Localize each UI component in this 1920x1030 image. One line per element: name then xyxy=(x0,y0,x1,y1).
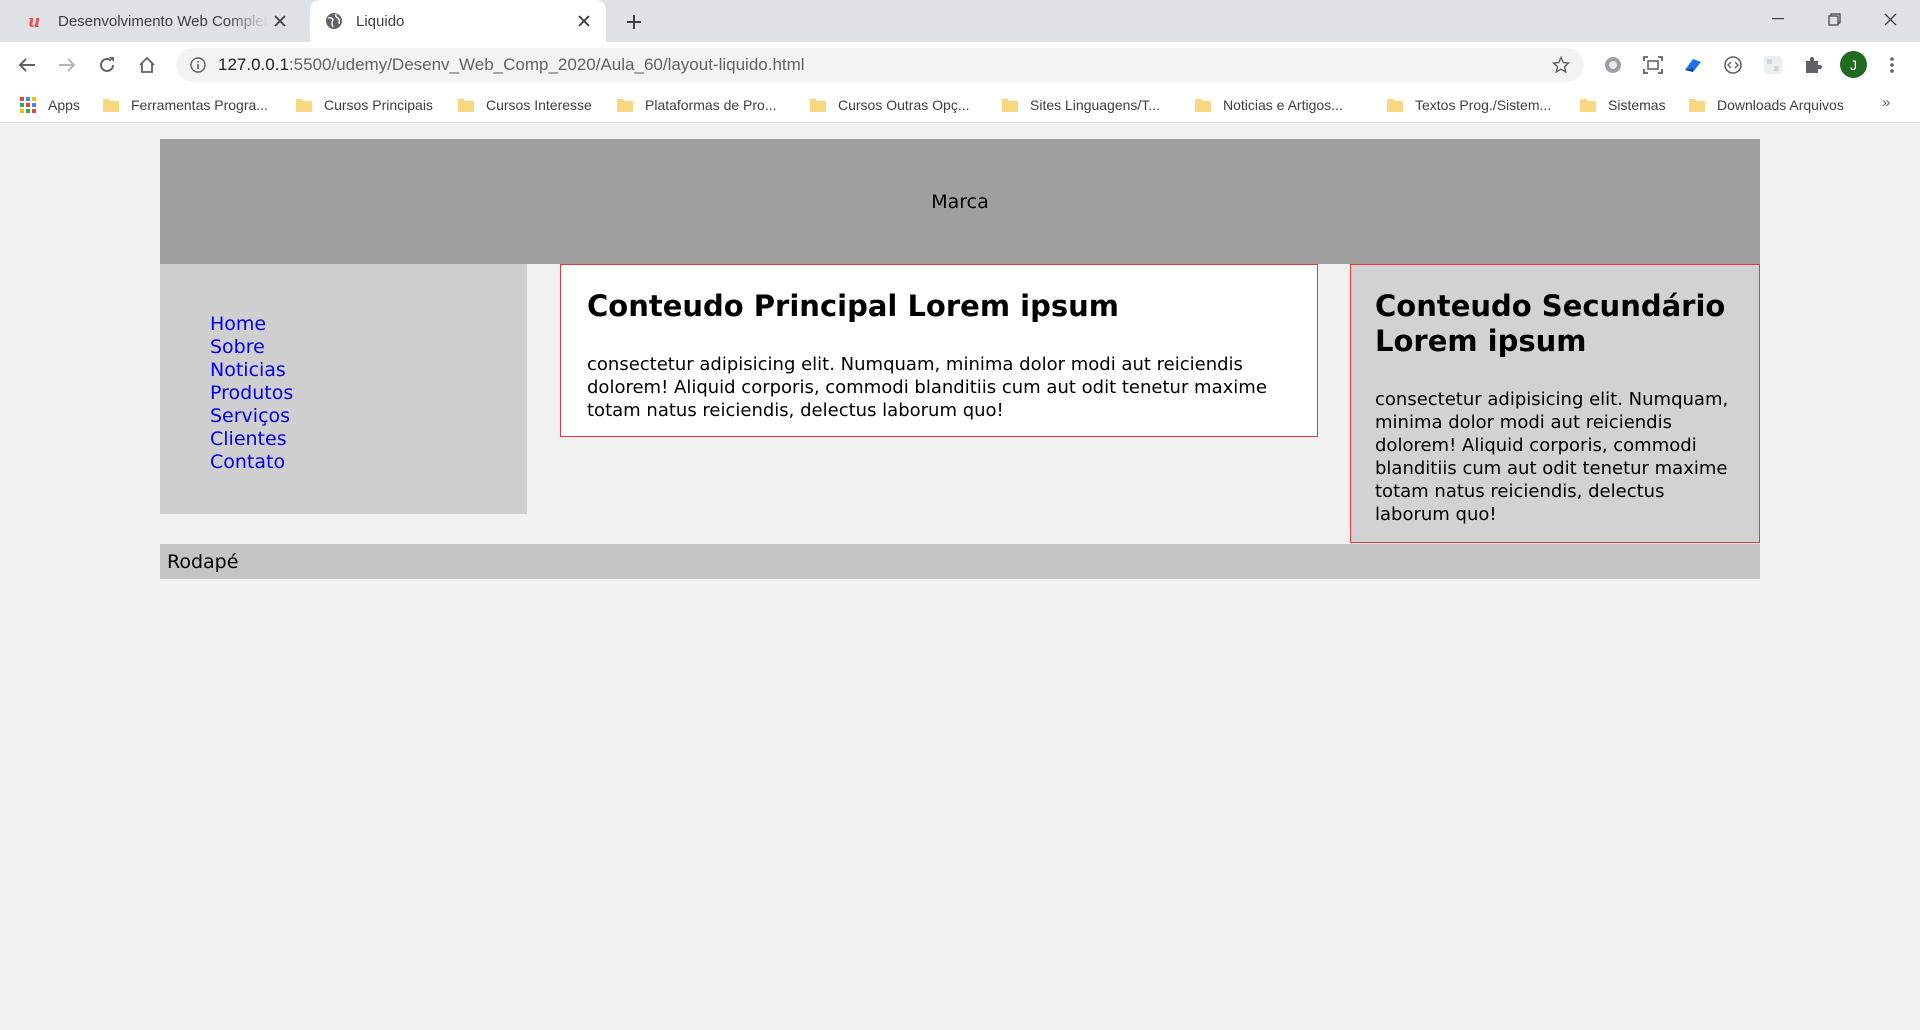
page-container: Marca Home Sobre Noticias Produtos Servi… xyxy=(160,139,1760,579)
bookmark-folder[interactable]: Cursos Interesse xyxy=(458,88,592,122)
main-content-title: Conteudo Principal Lorem ipsum xyxy=(587,289,1119,323)
profile-avatar[interactable]: J xyxy=(1840,51,1867,78)
folder-icon xyxy=(103,99,119,112)
bookmark-folder[interactable]: Textos Prog./Sistem... xyxy=(1387,88,1551,122)
url-text: 127.0.0.1:5500/udemy/Desenv_Web_Comp_202… xyxy=(218,55,1548,75)
folder-icon xyxy=(1580,99,1596,112)
close-tab-icon[interactable] xyxy=(268,9,292,33)
url-path: :5500/udemy/Desenv_Web_Comp_2020/Aula_60… xyxy=(288,55,805,74)
bookmark-folder[interactable]: Sites Linguagens/T... xyxy=(1002,88,1160,122)
bookmark-folder[interactable]: Cursos Outras Opç... xyxy=(810,88,969,122)
main-content-text: consectetur adipisicing elit. Numquam, m… xyxy=(587,354,1267,421)
bookmark-folder[interactable]: Noticias e Artigos... xyxy=(1195,88,1343,122)
folder-icon xyxy=(1002,99,1018,112)
bookmark-label: Plataformas de Pro... xyxy=(645,97,777,113)
minimize-icon[interactable] xyxy=(1750,0,1806,38)
secondary-content-title: Conteudo Secundário Lorem ipsum xyxy=(1375,289,1726,358)
nav-link-home[interactable]: Home xyxy=(210,313,266,335)
brand-text: Marca xyxy=(931,190,989,213)
nav-link-noticias[interactable]: Noticias xyxy=(210,359,286,381)
url-host: 127.0.0.1 xyxy=(218,55,289,74)
bookmark-folder[interactable]: Plataformas de Pro... xyxy=(617,88,777,122)
nav-link-servicos[interactable]: Serviços xyxy=(210,405,290,427)
close-tab-icon[interactable] xyxy=(572,9,596,33)
tab-udemy[interactable]: u Desenvolvimento Web Completo xyxy=(12,0,302,42)
page-footer: Rodapé xyxy=(160,544,1760,579)
nav-link-sobre[interactable]: Sobre xyxy=(210,336,265,358)
folder-icon xyxy=(458,99,474,112)
forward-arrow-icon[interactable] xyxy=(51,49,83,81)
bookmark-star-icon[interactable] xyxy=(1548,52,1574,78)
tab-strip: u Desenvolvimento Web Completo Liquido xyxy=(0,0,1920,42)
bookmark-label: Apps xyxy=(48,97,80,113)
back-arrow-icon[interactable] xyxy=(11,49,43,81)
new-tab-plus-icon[interactable] xyxy=(620,8,648,36)
reload-icon[interactable] xyxy=(91,49,123,81)
bookmark-label: Sistemas xyxy=(1608,97,1666,113)
bookmark-apps[interactable]: Apps xyxy=(20,88,80,122)
tab-title: Liquido xyxy=(356,12,405,30)
extension-settings-icon[interactable] xyxy=(1600,52,1626,78)
bookmark-label: Cursos Outras Opç... xyxy=(838,97,970,113)
sidebar-nav: Home Sobre Noticias Produtos Serviços Cl… xyxy=(160,264,527,514)
extensions-puzzle-icon[interactable] xyxy=(1800,52,1826,78)
bookmark-folder[interactable]: Downloads Arquivos xyxy=(1689,88,1844,122)
tab-title: Desenvolvimento Web Completo xyxy=(58,12,268,30)
secondary-content: Conteudo Secundário Lorem ipsum consecte… xyxy=(1350,264,1760,543)
nav-link-contato[interactable]: Contato xyxy=(210,451,285,473)
bookmark-label: Ferramentas Progra... xyxy=(131,97,268,113)
more-bookmarks-chevron-icon[interactable]: » xyxy=(1882,94,1890,111)
nav-link-clientes[interactable]: Clientes xyxy=(210,428,287,450)
folder-icon xyxy=(1689,99,1705,112)
svg-text:u: u xyxy=(28,12,40,30)
extension-blue-icon[interactable] xyxy=(1680,52,1706,78)
folder-icon xyxy=(296,99,312,112)
bookmark-label: Noticias e Artigos... xyxy=(1223,97,1343,113)
nav-link-produtos[interactable]: Produtos xyxy=(210,382,293,404)
globe-icon xyxy=(324,11,344,31)
home-icon[interactable] xyxy=(131,49,163,81)
screen-capture-icon[interactable] xyxy=(1640,52,1666,78)
bookmark-folder[interactable]: Ferramentas Progra... xyxy=(103,88,268,122)
address-bar[interactable]: 127.0.0.1:5500/udemy/Desenv_Web_Comp_202… xyxy=(176,48,1584,82)
secondary-content-text: consectetur adipisicing elit. Numquam, m… xyxy=(1375,389,1729,525)
bookmark-folder[interactable]: Cursos Principais xyxy=(296,88,433,122)
more-options-icon[interactable] xyxy=(1880,52,1904,78)
apps-grid-icon xyxy=(20,97,36,113)
folder-icon xyxy=(617,99,633,112)
page-header: Marca xyxy=(160,139,1760,264)
folder-icon xyxy=(1387,99,1403,112)
folder-icon xyxy=(810,99,826,112)
bookmarks-bar: Apps Ferramentas Progra... Cursos Princi… xyxy=(0,88,1920,123)
site-info-icon[interactable] xyxy=(188,55,208,75)
bookmark-label: Cursos Interesse xyxy=(486,97,592,113)
bookmark-label: Cursos Principais xyxy=(324,97,433,113)
browser-toolbar: 127.0.0.1:5500/udemy/Desenv_Web_Comp_202… xyxy=(0,42,1920,88)
bookmark-label: Downloads Arquivos xyxy=(1717,97,1844,113)
extension-grid-icon[interactable] xyxy=(1760,52,1786,78)
restore-icon[interactable] xyxy=(1806,0,1862,38)
udemy-logo-icon: u xyxy=(26,11,46,31)
tab-liquido[interactable]: Liquido xyxy=(310,0,606,42)
folder-icon xyxy=(1195,99,1211,112)
bookmark-label: Textos Prog./Sistem... xyxy=(1415,97,1552,113)
bookmark-label: Sites Linguagens/T... xyxy=(1030,97,1160,113)
extension-code-icon[interactable] xyxy=(1720,52,1746,78)
footer-text: Rodapé xyxy=(167,550,239,573)
main-content: Conteudo Principal Lorem ipsum consectet… xyxy=(560,264,1318,437)
bookmark-folder[interactable]: Sistemas xyxy=(1580,88,1666,122)
close-window-icon[interactable] xyxy=(1862,0,1918,38)
